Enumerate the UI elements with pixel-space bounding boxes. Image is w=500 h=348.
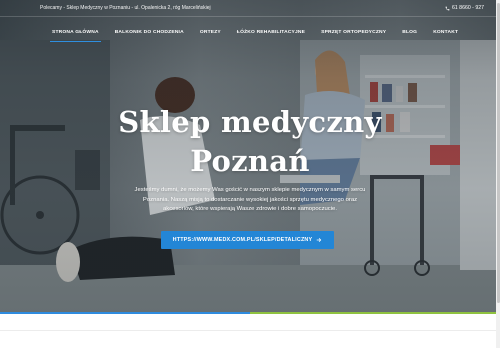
store-address-text: Polecamy - Sklep Medyczny w Poznaniu - u… [40, 5, 211, 11]
content-section [0, 314, 500, 348]
nav-item-balkonik-do-chodzenia[interactable]: BALKONIK DO CHODZENIA [107, 27, 192, 39]
shop-link-label: HTTPS://WWW.MEDX.COM.PL/SKLEP/DETALICZNY [172, 237, 313, 243]
phone-number: 61 8660 - 927 [451, 5, 484, 11]
nav-item-ortezy[interactable]: ORTEZY [192, 27, 229, 39]
topbar-divider [0, 16, 500, 17]
nav-item-blog[interactable]: BLOG [394, 27, 425, 39]
scrollbar-thumb[interactable] [496, 3, 500, 303]
hero-title-line-2: Poznań [190, 144, 310, 178]
section-divider [0, 330, 500, 331]
nav-item-lozko-rehabilitacyjne[interactable]: ŁÓŻKO REHABILITACYJNE [229, 27, 313, 39]
hero-description: Jesteśmy dumni, że możemy Was gościć w n… [134, 187, 366, 213]
phone-number-link[interactable]: 61 8660 - 927 [445, 5, 484, 11]
nav-item-strona-glowna[interactable]: STRONA GŁÓWNA [44, 27, 107, 42]
top-info-bar: Polecamy - Sklep Medyczny w Poznaniu - u… [0, 0, 500, 16]
phone-icon [445, 6, 450, 10]
page-scrollbar[interactable] [496, 0, 500, 348]
shop-link-button[interactable]: HTTPS://WWW.MEDX.COM.PL/SKLEP/DETALICZNY [161, 231, 334, 249]
nav-item-kontakt[interactable]: KONTAKT [425, 27, 466, 39]
hero-title-line-1: Sklep medyczny [118, 105, 382, 139]
main-navigation: STRONA GŁÓWNA BALKONIK DO CHODZENIA ORTE… [44, 27, 466, 42]
page: Polecamy - Sklep Medyczny w Poznaniu - u… [0, 0, 500, 348]
hero-section: Polecamy - Sklep Medyczny w Poznaniu - u… [0, 0, 500, 314]
arrow-right-icon [316, 238, 322, 242]
nav-item-sprzet-ortopedyczny[interactable]: SPRZĘT ORTOPEDYCZNY [313, 27, 394, 39]
